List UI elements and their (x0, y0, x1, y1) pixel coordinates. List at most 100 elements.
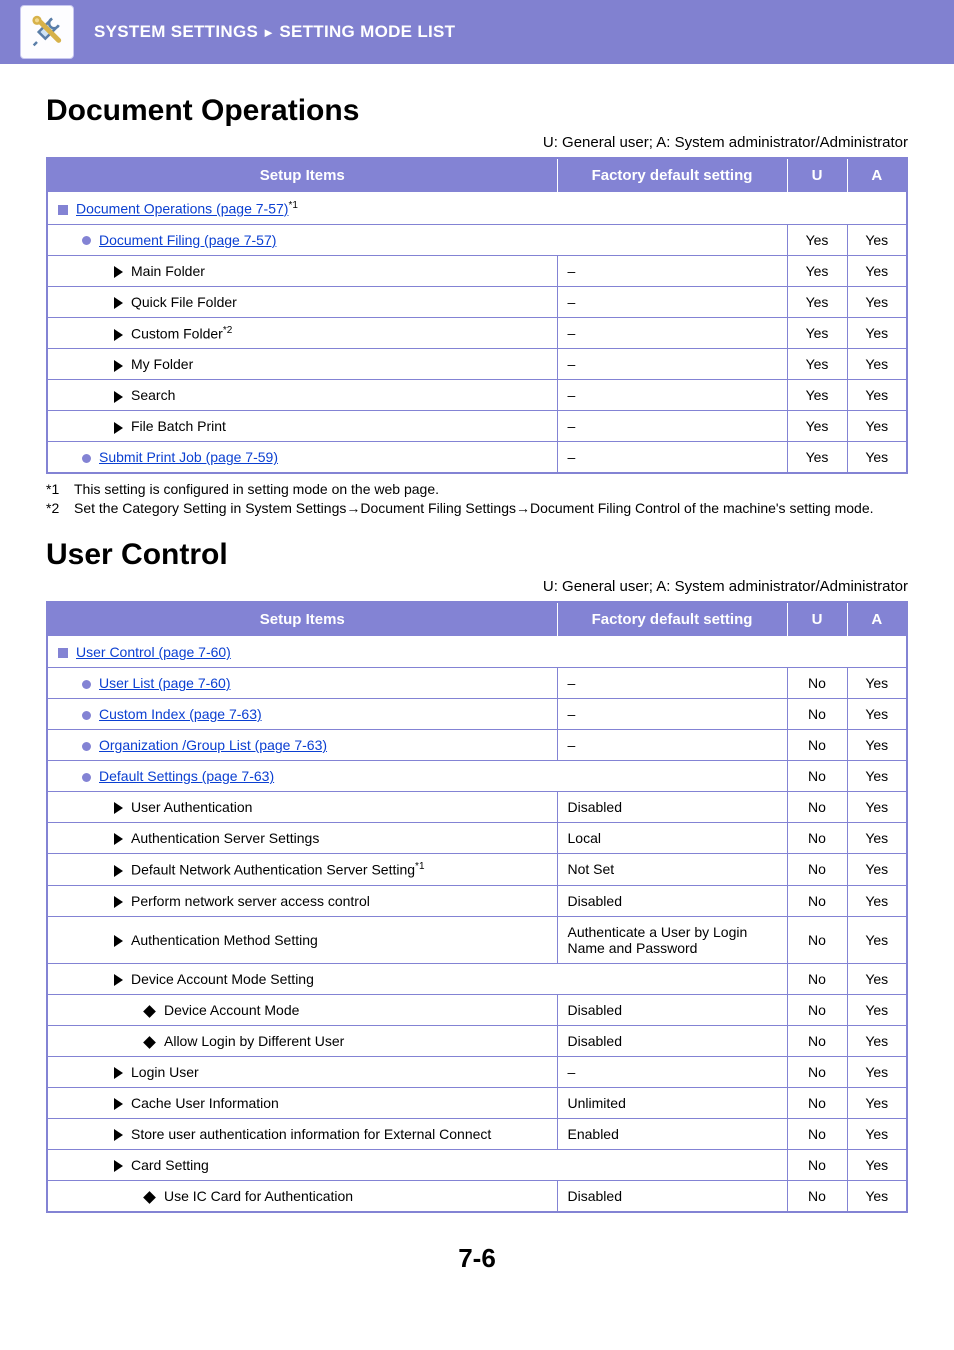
factory-default-cell: Enabled (557, 1118, 787, 1149)
u-cell: Yes (787, 411, 847, 442)
factory-default-cell: – (557, 442, 787, 474)
setup-item-link[interactable]: Default Settings (page 7-63) (99, 768, 274, 784)
u-cell: No (787, 916, 847, 963)
table-row: Document Filing (page 7-57)YesYes (47, 224, 907, 255)
a-cell: Yes (847, 730, 907, 761)
setup-item-label: Use IC Card for Authentication (164, 1188, 353, 1204)
a-cell: Yes (847, 963, 907, 994)
triangle-bullet-icon (114, 422, 123, 434)
a-cell: Yes (847, 1180, 907, 1212)
footnote-line: *2Set the Category Setting in System Set… (46, 499, 908, 518)
setup-item-label: Custom Folder (131, 325, 223, 341)
setup-item-link[interactable]: Document Filing (page 7-57) (99, 232, 276, 248)
factory-default-cell: Disabled (557, 792, 787, 823)
triangle-bullet-icon (114, 329, 123, 341)
factory-default-cell: Local (557, 823, 787, 854)
setup-item-link[interactable]: Custom Index (page 7-63) (99, 706, 262, 722)
chevron-right-icon: ► (262, 25, 275, 40)
setup-item-cell: Use IC Card for Authentication (47, 1180, 557, 1212)
a-cell: Yes (847, 761, 907, 792)
setup-item-cell: Main Folder (47, 255, 557, 286)
setup-item-cell: User Control (page 7-60) (47, 637, 907, 668)
a-cell: Yes (847, 411, 907, 442)
footnote-label: *2 (46, 499, 74, 518)
a-cell: Yes (847, 994, 907, 1025)
circle-bullet-icon (82, 773, 91, 782)
setup-item-label: Authentication Server Settings (131, 830, 319, 846)
table-row: Quick File Folder–YesYes (47, 286, 907, 317)
table-row: Device Account Mode SettingNoYes (47, 963, 907, 994)
legend-text: U: General user; A: System administrator… (46, 134, 908, 151)
setup-item-cell: Store user authentication information fo… (47, 1118, 557, 1149)
column-header: A (847, 602, 907, 637)
table-row: Device Account Mode DisabledNoYes (47, 994, 907, 1025)
u-cell: Yes (787, 255, 847, 286)
factory-default-cell: – (557, 699, 787, 730)
a-cell: Yes (847, 699, 907, 730)
footnote-label: *1 (46, 480, 74, 499)
u-cell: No (787, 1025, 847, 1056)
table-row: Allow Login by Different UserDisabledNoY… (47, 1025, 907, 1056)
a-cell: Yes (847, 823, 907, 854)
column-header: Factory default setting (557, 158, 787, 193)
footnote-line: *1This setting is configured in setting … (46, 480, 908, 499)
setup-item-label: Device Account Mode Setting (131, 971, 314, 987)
u-cell: No (787, 994, 847, 1025)
square-bullet-icon (58, 648, 68, 658)
circle-bullet-icon (82, 454, 91, 463)
factory-default-cell: – (557, 317, 787, 349)
setup-item-label: Cache User Information (131, 1095, 279, 1111)
footnote-text: Set the Category Setting in System Setti… (74, 500, 874, 516)
setup-item-cell: Default Settings (page 7-63) (47, 761, 787, 792)
footnote-ref: *1 (415, 861, 424, 872)
table-row: Perform network server access controlDis… (47, 885, 907, 916)
setup-item-link[interactable]: User List (page 7-60) (99, 675, 231, 691)
diamond-bullet-icon (143, 1191, 156, 1204)
triangle-bullet-icon (114, 360, 123, 372)
table-row: Login User–NoYes (47, 1056, 907, 1087)
triangle-bullet-icon (114, 1067, 123, 1079)
setup-item-link[interactable]: Submit Print Job (page 7-59) (99, 449, 278, 465)
setup-item-cell: Authentication Method Setting (47, 916, 557, 963)
table-row: Authentication Method SettingAuthenticat… (47, 916, 907, 963)
table-row: Default Settings (page 7-63) NoYes (47, 761, 907, 792)
section-title: Document Operations (46, 94, 908, 128)
setup-item-cell: User List (page 7-60) (47, 668, 557, 699)
setup-item-link[interactable]: Document Operations (page 7-57) (76, 201, 288, 217)
setup-item-link[interactable]: Organization /Group List (page 7-63) (99, 737, 327, 753)
factory-default-cell: – (557, 1056, 787, 1087)
table-row: User List (page 7-60)–NoYes (47, 668, 907, 699)
triangle-bullet-icon (114, 865, 123, 877)
a-cell: Yes (847, 792, 907, 823)
footnotes: *1This setting is configured in setting … (46, 480, 908, 518)
setup-item-cell: Device Account Mode (47, 994, 557, 1025)
a-cell: Yes (847, 1149, 907, 1180)
setup-item-link[interactable]: User Control (page 7-60) (76, 644, 231, 660)
setup-item-label: Device Account Mode (164, 1002, 299, 1018)
triangle-bullet-icon (114, 297, 123, 309)
factory-default-cell: – (557, 349, 787, 380)
a-cell: Yes (847, 854, 907, 886)
table-row: Document Operations (page 7-57)*1 (47, 193, 907, 225)
table-row: Cache User InformationUnlimitedNoYes (47, 1087, 907, 1118)
setup-item-label: My Folder (131, 356, 193, 372)
u-cell: Yes (787, 380, 847, 411)
factory-default-cell: Disabled (557, 994, 787, 1025)
a-cell: Yes (847, 1118, 907, 1149)
table-row: Organization /Group List (page 7-63)–NoY… (47, 730, 907, 761)
setup-item-label: Authentication Method Setting (131, 932, 318, 948)
u-cell: No (787, 761, 847, 792)
table-row: Main Folder–YesYes (47, 255, 907, 286)
u-cell: No (787, 823, 847, 854)
triangle-bullet-icon (114, 833, 123, 845)
u-cell: Yes (787, 224, 847, 255)
column-header: Setup Items (47, 158, 557, 193)
setup-item-label: Card Setting (131, 1157, 209, 1173)
setup-item-cell: User Authentication (47, 792, 557, 823)
breadcrumb: SYSTEM SETTINGS►SETTING MODE LIST (94, 22, 455, 42)
a-cell: Yes (847, 1025, 907, 1056)
footnote-text: This setting is configured in setting mo… (74, 481, 439, 497)
a-cell: Yes (847, 916, 907, 963)
circle-bullet-icon (82, 236, 91, 245)
factory-default-cell: – (557, 730, 787, 761)
